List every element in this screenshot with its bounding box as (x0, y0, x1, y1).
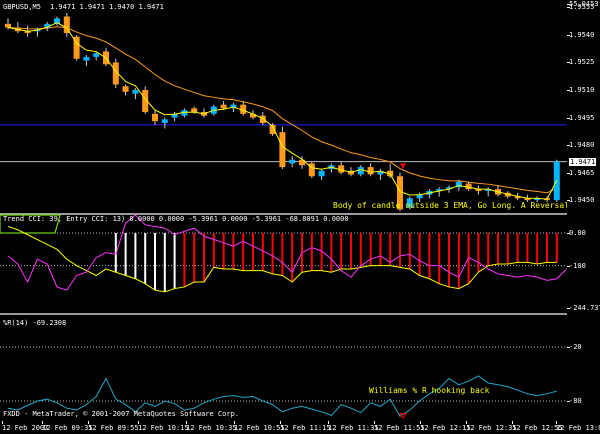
time-tick-mark (374, 421, 375, 424)
time-axis-label: 12 Feb 09:35 (42, 424, 93, 432)
candle-body (357, 167, 364, 175)
copyright-text: FXDD - MetaTrader, © 2001-2007 MetaQuote… (3, 410, 240, 418)
candle-body (318, 170, 325, 177)
axis-tick-mark (567, 200, 570, 202)
axis-tick-mark (567, 89, 570, 91)
axis-tick-mark (567, 62, 570, 64)
candle-body (220, 104, 227, 109)
time-tick-mark (138, 421, 139, 424)
time-axis-label: 12 Feb 13:00 (556, 424, 600, 432)
time-tick-mark (556, 421, 557, 424)
cci-axis-label: 55.0453 (569, 0, 599, 8)
cci-axis-label: -100 (569, 261, 586, 270)
price-axis-label: 1.9465 (569, 168, 595, 177)
candle-body (465, 183, 472, 190)
axis-tick-mark (567, 401, 570, 402)
candle-body (279, 132, 286, 168)
time-tick-mark (466, 421, 467, 424)
axis-tick-mark (567, 172, 570, 174)
time-tick-mark (280, 421, 281, 424)
price-axis-label: 1.9480 (569, 141, 595, 150)
time-axis-label: 12 Feb 12:55 (512, 424, 563, 432)
wpr-axis-label: -20 (569, 343, 582, 351)
price-axis-label: 1.9510 (569, 85, 595, 94)
axis-tick-mark (567, 265, 570, 267)
candle-body (259, 115, 266, 124)
time-axis-label: 12 Feb 12:35 (466, 424, 517, 432)
time-tick-mark (2, 421, 3, 424)
cci-header: Trend CCI: 39, Entry CCI: 13) 0.0000 0.0… (3, 215, 349, 223)
candle-body (93, 53, 100, 57)
ema-line (7, 22, 558, 200)
time-axis-label: 12 Feb 10:55 (234, 424, 285, 432)
axis-tick-mark (567, 308, 570, 309)
time-tick-mark (42, 421, 43, 424)
candle-body (161, 119, 168, 124)
symbol-label: GBPUSD,M5 (3, 3, 41, 11)
axis-tick-mark (567, 232, 570, 234)
time-tick-mark (186, 421, 187, 424)
current-price-tag: 1.9471 (569, 157, 597, 166)
time-tick-mark (420, 421, 421, 424)
time-axis-label: 12 Feb 10:35 (186, 424, 237, 432)
candle-body (289, 159, 296, 164)
candle-body (191, 108, 198, 113)
cci-axis-label: -244.737 (569, 304, 600, 312)
candle-body (122, 86, 129, 92)
price-axis-label: 1.9495 (569, 113, 595, 122)
wpr-header: %R(14) -69.2308 (3, 319, 67, 327)
time-tick-mark (512, 421, 513, 424)
time-axis-label: 12 Feb 11:15 (280, 424, 331, 432)
price-chart-pane[interactable]: GBPUSD,M5 1.9471 1.9471 1.9470 1.9471 Bo… (0, 0, 588, 213)
ohlc-values: 1.9471 1.9471 1.9470 1.9471 (50, 3, 164, 11)
price-chart-svg (0, 12, 567, 212)
wpr-axis-label: -80 (569, 397, 582, 405)
wpr-indicator-pane[interactable]: %R(14) -69.2308 Williams % R hooking bac… (0, 315, 567, 421)
axis-tick-mark (567, 4, 570, 5)
price-axis-label: 1.9450 (569, 196, 595, 205)
time-axis-label: 12 Feb 12:15 (420, 424, 471, 432)
time-axis-label: 12 Feb 11:55 (374, 424, 425, 432)
price-axis-label: 1.9525 (569, 58, 595, 67)
wpr-chart-svg (0, 346, 567, 420)
candle-body (152, 113, 158, 122)
cci-chart-svg (0, 214, 567, 293)
candle-body (83, 56, 90, 61)
time-tick-mark (328, 421, 329, 424)
time-axis-label: 12 Feb 11:35 (328, 424, 379, 432)
candle-body (5, 23, 11, 28)
time-axis-label: 12 Feb 10:15 (138, 424, 189, 432)
time-axis-label: 12 Feb 09:55 (88, 424, 139, 432)
wpr-annotation: Williams % R hooking back (369, 386, 490, 395)
price-axis-label: 1.9540 (569, 30, 595, 39)
main-annotation: Body of candle outside 3 EMA, Go Long. A… (333, 201, 589, 210)
axis-tick-mark (567, 34, 570, 36)
signal-arrow-icon (400, 163, 406, 169)
candle-body (367, 167, 374, 175)
time-tick-mark (234, 421, 235, 424)
axis-tick-mark (567, 347, 570, 348)
candle-body (132, 89, 139, 94)
time-tick-mark (88, 421, 89, 424)
axis-tick-mark (567, 145, 570, 147)
cci-axis-label: 0.00 (569, 228, 586, 237)
axis-tick-mark (567, 117, 570, 119)
cci-indicator-pane[interactable]: Trend CCI: 39, Entry CCI: 13) 0.0000 0.0… (0, 214, 567, 313)
